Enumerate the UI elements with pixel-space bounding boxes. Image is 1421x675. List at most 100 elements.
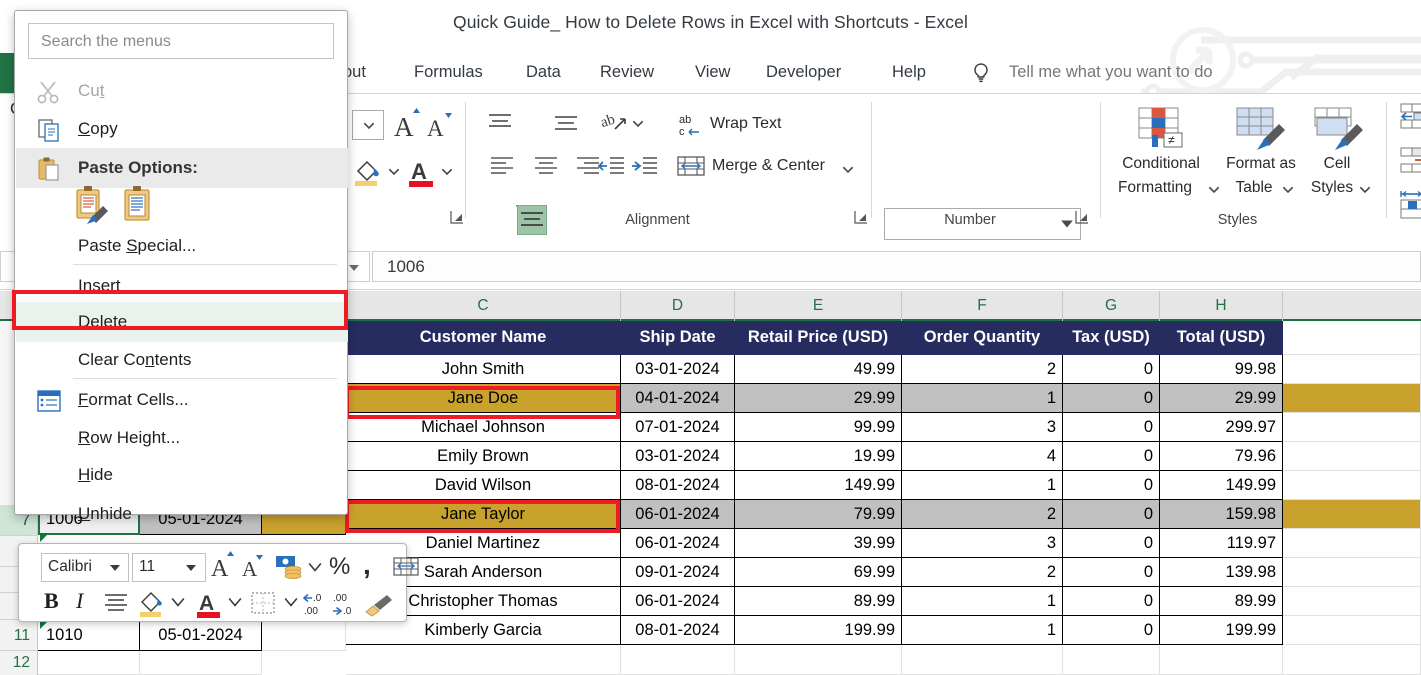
cell-e4[interactable]: 99.99 (735, 413, 902, 442)
cell-g6[interactable]: 0 (1063, 471, 1160, 500)
format-painter-icon[interactable] (363, 592, 395, 618)
decrease-decimal-icon[interactable]: .0 .00 (302, 591, 334, 619)
grid-cell-empty[interactable] (735, 645, 902, 675)
cell-d8[interactable]: 06-01-2024 (621, 529, 735, 558)
cell-d3[interactable]: 04-01-2024 (621, 384, 735, 413)
wrap-text-icon[interactable]: ab c (678, 110, 704, 138)
merge-center-label[interactable]: Merge & Center (712, 158, 825, 174)
menu-item-clear-contents[interactable]: Clear Contents (16, 340, 348, 380)
grid-cell-empty[interactable] (1283, 321, 1421, 355)
cell-f7[interactable]: 2 (902, 500, 1063, 529)
cell-c6[interactable]: David Wilson (346, 471, 621, 500)
menu-item-hide[interactable]: Hide (16, 455, 348, 495)
cell-g11[interactable]: 0 (1063, 616, 1160, 645)
increase-decimal-icon[interactable]: .00 .0 (331, 591, 363, 619)
font-color-icon[interactable]: A (196, 588, 224, 620)
cell-f2[interactable]: 2 (902, 355, 1063, 384)
menu-item-delete[interactable]: Delete (16, 302, 348, 342)
tab-formulas[interactable]: Formulas (414, 53, 483, 93)
menu-search-input[interactable]: Search the menus (28, 23, 334, 59)
grid-cell-empty[interactable] (1283, 413, 1421, 442)
chevron-down-icon[interactable] (308, 561, 322, 573)
cell-f6[interactable]: 1 (902, 471, 1063, 500)
menu-item-cut[interactable]: Cut (16, 71, 348, 111)
cell-styles-label-1[interactable]: Cell (1282, 156, 1392, 172)
alignment-dialog-launcher-icon[interactable] (854, 210, 868, 224)
menu-item-copy[interactable]: Copy (16, 109, 348, 149)
grid-cell-empty[interactable] (902, 645, 1063, 675)
merge-center-icon[interactable] (676, 154, 706, 180)
grid-cell-empty[interactable] (1283, 384, 1421, 413)
cell-e9[interactable]: 69.99 (735, 558, 902, 587)
cell-h9[interactable]: 139.98 (1160, 558, 1283, 587)
chevron-down-icon[interactable] (362, 118, 376, 132)
cell-f11[interactable]: 1 (902, 616, 1063, 645)
decrease-font-size-icon[interactable]: A (426, 110, 456, 142)
cell-c3[interactable]: Jane Doe (346, 384, 621, 413)
chevron-down-icon[interactable] (631, 116, 645, 130)
cell-h11[interactable]: 199.99 (1160, 616, 1283, 645)
menu-item-format-cells[interactable]: Format Cells... (16, 380, 348, 420)
cell-e6[interactable]: 149.99 (735, 471, 902, 500)
column-header-f[interactable]: F (902, 291, 1063, 321)
chevron-down-icon[interactable] (1358, 182, 1372, 196)
tab-view[interactable]: View (695, 53, 730, 93)
conditional-formatting-icon[interactable]: ≠ (1137, 106, 1189, 152)
cell-e3[interactable]: 29.99 (735, 384, 902, 413)
cell-f4[interactable]: 3 (902, 413, 1063, 442)
grid-cell-empty[interactable] (1283, 355, 1421, 384)
grid-cell-empty[interactable] (1283, 587, 1421, 616)
format-cells-ribbon-icon[interactable] (1399, 190, 1421, 224)
tab-developer[interactable]: Developer (766, 53, 841, 93)
grid-cell-empty[interactable] (1160, 645, 1283, 675)
chevron-down-icon[interactable] (1060, 218, 1074, 230)
chevron-down-icon[interactable] (109, 563, 121, 573)
cell-b12[interactable] (140, 651, 262, 675)
comma-style-icon[interactable]: , (363, 549, 371, 581)
menu-item-unhide[interactable]: Unhide (16, 494, 348, 534)
cell-d7[interactable]: 06-01-2024 (621, 500, 735, 529)
column-header-d[interactable]: D (621, 291, 735, 321)
cell-c2[interactable]: John Smith (346, 355, 621, 384)
grid-cell-empty[interactable] (621, 645, 735, 675)
align-bottom-icon[interactable] (553, 112, 579, 136)
font-color-icon[interactable]: A (408, 156, 436, 188)
cell-a11[interactable]: 1010 (38, 620, 140, 651)
decrease-indent-icon[interactable] (597, 152, 627, 182)
cell-a12[interactable] (38, 651, 140, 675)
row-header-12[interactable]: 12 (0, 651, 38, 675)
column-header-g[interactable]: G (1063, 291, 1160, 321)
menu-item-paste-special[interactable]: Paste Special... (16, 226, 348, 266)
cell-h5[interactable]: 79.96 (1160, 442, 1283, 471)
accounting-format-icon[interactable] (274, 554, 304, 580)
menu-item-row-height[interactable]: Row Height... (16, 418, 348, 458)
grid-cell-empty[interactable] (1283, 558, 1421, 587)
grid-cell-empty[interactable] (1283, 471, 1421, 500)
cell-g9[interactable]: 0 (1063, 558, 1160, 587)
cell-g8[interactable]: 0 (1063, 529, 1160, 558)
cell-d2[interactable]: 03-01-2024 (621, 355, 735, 384)
cell-f9[interactable]: 2 (902, 558, 1063, 587)
tab-help[interactable]: Help (892, 53, 926, 93)
format-as-table-icon[interactable] (1235, 106, 1287, 152)
column-header-c[interactable]: C (346, 291, 621, 321)
cell-g10[interactable]: 0 (1063, 587, 1160, 616)
grid-cell-empty[interactable] (1283, 645, 1421, 675)
cell-e5[interactable]: 19.99 (735, 442, 902, 471)
chevron-down-icon[interactable] (387, 164, 401, 178)
chevron-down-icon[interactable] (440, 164, 454, 178)
cell-h3[interactable]: 29.99 (1160, 384, 1283, 413)
cell-f3[interactable]: 1 (902, 384, 1063, 413)
fill-color-icon[interactable] (352, 156, 384, 188)
cell-e2[interactable]: 49.99 (735, 355, 902, 384)
orientation-icon[interactable]: ab (600, 108, 628, 138)
grid-cell-empty[interactable] (346, 645, 621, 675)
conditional-formatting-label-2[interactable]: Formatting (1100, 180, 1210, 196)
column-header-h[interactable]: H (1160, 291, 1283, 321)
insert-cells-icon[interactable] (1399, 102, 1421, 136)
row-header-11[interactable]: 11 (0, 620, 38, 651)
increase-font-size-icon[interactable]: A (210, 551, 236, 581)
cell-h6[interactable]: 149.99 (1160, 471, 1283, 500)
chevron-down-icon[interactable] (171, 596, 185, 608)
chevron-down-icon[interactable] (348, 263, 360, 273)
